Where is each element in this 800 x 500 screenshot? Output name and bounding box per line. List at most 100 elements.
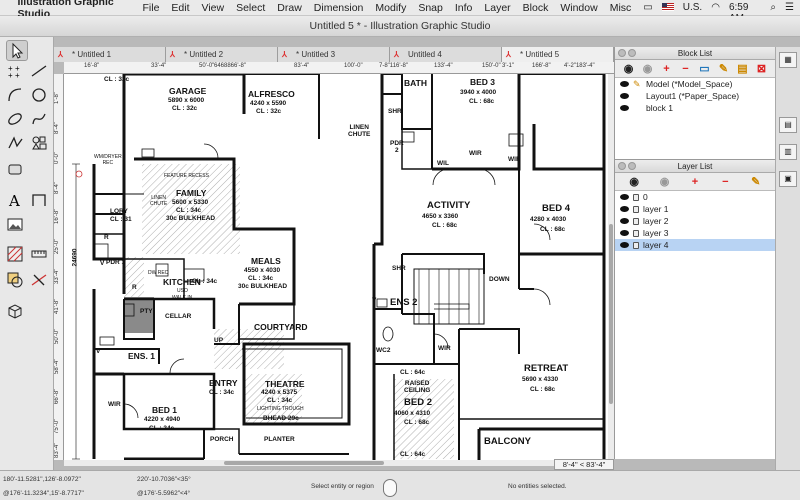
block-item-layout1[interactable]: Layout1 (*Paper_Space) — [615, 90, 775, 102]
menu-file[interactable]: File — [143, 2, 160, 14]
block-item-model[interactable]: ✎ Model (*Model_Space) — [615, 78, 775, 90]
remove-block-icon[interactable]: − — [679, 62, 693, 76]
block-item-label: Layout1 (*Paper_Space) — [646, 91, 740, 101]
wifi-icon[interactable]: ◠ — [711, 2, 720, 13]
layer-item-3[interactable]: layer 3 — [615, 227, 775, 239]
label-planter: PLANTER — [264, 436, 295, 443]
layer-item-2[interactable]: layer 2 — [615, 215, 775, 227]
line-tool-icon[interactable] — [28, 60, 50, 81]
display-icon[interactable]: ▭ — [643, 2, 652, 13]
horizontal-scroll-thumb[interactable] — [224, 461, 384, 465]
info-panel-icon[interactable]: ▥ — [779, 144, 797, 160]
menu-draw[interactable]: Draw — [277, 2, 302, 14]
ruler-label: 33'-4" — [151, 63, 167, 69]
label-activity: ACTIVITY — [427, 200, 471, 211]
visibility-eye-icon[interactable] — [620, 230, 629, 236]
input-source-flag-icon[interactable] — [661, 2, 674, 13]
tab-untitled-2[interactable]: ⅄ * Untitled 2 — [166, 47, 278, 62]
3d-box-tool-icon[interactable] — [4, 300, 26, 321]
point-tool-icon[interactable]: + + + + — [4, 60, 26, 81]
add-layer-icon[interactable]: + — [688, 175, 702, 189]
menu-view[interactable]: View — [202, 2, 225, 14]
spline-tool-icon[interactable] — [28, 108, 50, 129]
menu-layer[interactable]: Layer — [484, 2, 510, 14]
delete-block-icon[interactable]: ⊠ — [755, 62, 769, 76]
horizontal-scrollbar[interactable] — [64, 460, 554, 466]
visibility-eye-icon[interactable] — [620, 242, 629, 248]
vertical-scroll-thumb[interactable] — [609, 224, 613, 404]
label-retreat-size: 5690 x 4330 — [522, 376, 559, 383]
circle-tool-icon[interactable] — [28, 84, 50, 105]
visibility-eye-icon[interactable] — [620, 93, 629, 99]
edit-block-pencil-icon[interactable]: ✎ — [717, 62, 731, 76]
input-source-label[interactable]: U.S. — [683, 2, 702, 13]
menu-info[interactable]: Info — [455, 2, 473, 14]
hide-all-eye-icon[interactable]: ◉ — [641, 62, 655, 76]
minimize-icon[interactable] — [628, 49, 636, 57]
save-block-icon[interactable]: ▤ — [736, 62, 750, 76]
block-item-block1[interactable]: block 1 — [615, 102, 775, 114]
hatch-tool-icon[interactable] — [4, 243, 26, 264]
select-arrow-icon[interactable] — [6, 40, 28, 61]
show-all-eye-icon[interactable]: ◉ — [622, 62, 636, 76]
label-garage-cl: CL : 32c — [172, 105, 198, 112]
tab-untitled-4[interactable]: ⅄ Untitled 4 — [390, 47, 502, 62]
vertical-ruler[interactable]: 1'-8" 8'-4" 0'-0" 8'-4" 16'-8" 25'-0" 33… — [54, 74, 64, 460]
dimension-tool-icon[interactable] — [28, 189, 50, 210]
menu-dimension[interactable]: Dimension — [314, 2, 364, 14]
move-tool-icon[interactable] — [4, 269, 26, 290]
label-family: FAMILY — [176, 188, 207, 198]
hide-all-layers-eye-icon[interactable]: ◉ — [658, 175, 672, 189]
show-all-layers-eye-icon[interactable]: ◉ — [627, 175, 641, 189]
lock-icon[interactable] — [633, 241, 639, 249]
visibility-eye-icon[interactable] — [620, 81, 629, 87]
lock-icon[interactable] — [633, 205, 639, 213]
polyline-tool-icon[interactable] — [4, 132, 26, 153]
edit-layer-pencil-icon[interactable]: ✎ — [749, 175, 763, 189]
menu-window[interactable]: Window — [560, 2, 597, 14]
remove-layer-icon[interactable]: − — [718, 175, 732, 189]
image-tool-icon[interactable] — [4, 213, 26, 234]
properties-panel-icon[interactable]: ▤ — [779, 117, 797, 133]
erase-tool-icon[interactable] — [4, 158, 26, 179]
label-ens2: ENS 2 — [390, 297, 418, 308]
lock-icon[interactable] — [633, 193, 639, 201]
floor-plan-drawing[interactable] — [64, 74, 608, 460]
trim-tool-icon[interactable] — [28, 269, 50, 290]
close-icon[interactable] — [618, 49, 626, 57]
shapes-tool-icon[interactable] — [28, 132, 50, 153]
layers-panel-icon[interactable]: ▦ — [779, 52, 797, 68]
notification-center-icon[interactable]: ☰ — [785, 2, 794, 13]
label-activity-cl: CL : 68c — [432, 222, 458, 229]
lock-icon[interactable] — [633, 229, 639, 237]
insert-block-icon[interactable]: ▭ — [698, 62, 712, 76]
horizontal-ruler[interactable]: 16'-8" 33'-4" 50'-0" 6468866'-8" 83'-4" … — [64, 62, 614, 74]
minimize-icon[interactable] — [628, 162, 636, 170]
ellipse-tool-icon[interactable] — [4, 108, 26, 129]
layer-item-1[interactable]: layer 1 — [615, 203, 775, 215]
drawing-canvas[interactable]: CL : 32c GARAGE 5890 x 6000 CL : 32c ALF… — [64, 74, 608, 460]
close-icon[interactable] — [618, 162, 626, 170]
visibility-eye-icon[interactable] — [620, 105, 629, 111]
search-icon[interactable]: ⌕ — [770, 2, 776, 13]
menu-block[interactable]: Block — [523, 2, 549, 14]
tab-untitled-1[interactable]: ⅄ * Untitled 1 — [54, 47, 166, 62]
tab-untitled-3[interactable]: ⅄ * Untitled 3 — [278, 47, 390, 62]
menu-snap[interactable]: Snap — [418, 2, 443, 14]
arc-tool-icon[interactable] — [4, 84, 26, 105]
menu-misc[interactable]: Misc — [610, 2, 632, 14]
measure-tool-icon[interactable] — [28, 243, 50, 264]
add-block-icon[interactable]: + — [660, 62, 674, 76]
layer-item-4[interactable]: layer 4 — [615, 239, 775, 251]
text-tool-icon[interactable]: A — [4, 189, 26, 210]
menu-select[interactable]: Select — [236, 2, 265, 14]
visibility-eye-icon[interactable] — [620, 218, 629, 224]
menu-edit[interactable]: Edit — [171, 2, 189, 14]
lock-icon[interactable] — [633, 217, 639, 225]
library-panel-icon[interactable]: ▣ — [779, 171, 797, 187]
visibility-eye-icon[interactable] — [620, 194, 629, 200]
tab-untitled-5[interactable]: ⅄ * Untitled 5 — [502, 47, 614, 62]
visibility-eye-icon[interactable] — [620, 206, 629, 212]
layer-item-0[interactable]: 0 — [615, 191, 775, 203]
menu-modify[interactable]: Modify — [375, 2, 406, 14]
